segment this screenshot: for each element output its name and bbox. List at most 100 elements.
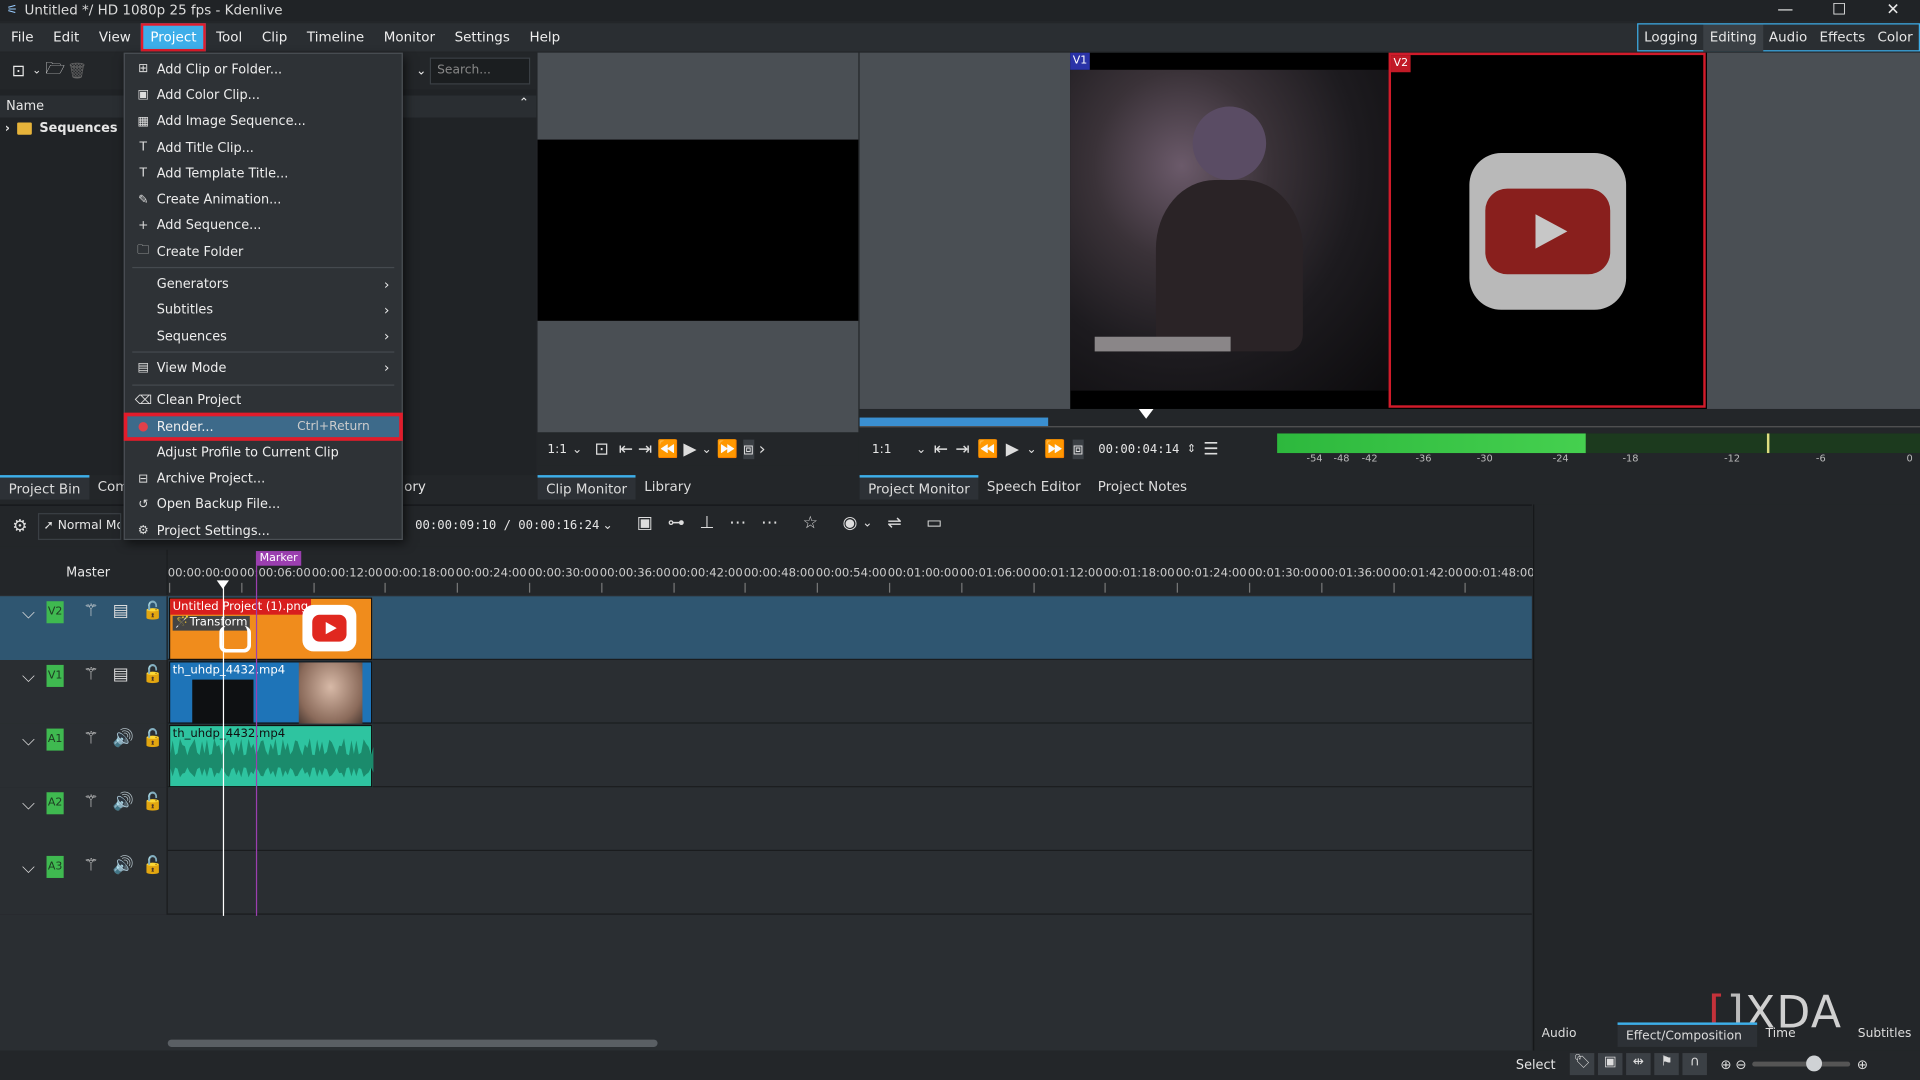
menu-file[interactable]: File (1, 23, 43, 51)
tab-project-monitor[interactable]: Project Monitor (859, 475, 979, 500)
timecode-spinner-icon[interactable]: ⇕ (1187, 443, 1196, 455)
track-a3[interactable]: ⌵ A3 ⚚ 🔊 🔓 (0, 851, 1532, 915)
menu-edit[interactable]: Edit (43, 23, 89, 51)
project-menu-sequences[interactable]: Sequences › (125, 323, 402, 349)
set-in-icon[interactable]: ⇤ (619, 440, 633, 460)
track-badge-v2[interactable]: V2 (46, 601, 64, 624)
menu-view[interactable]: View (89, 23, 141, 51)
tab-project-bin[interactable]: Project Bin (0, 475, 90, 500)
rewind-icon[interactable]: ⏪ (977, 440, 998, 460)
effect-wand-icon[interactable]: ⚚ (83, 601, 98, 621)
favorite-icon[interactable]: ☆ (803, 513, 818, 533)
lock-icon[interactable]: 🔓 (142, 665, 163, 685)
project-menu-create-animation[interactable]: ✎ Create Animation... (125, 187, 402, 213)
menu-tool[interactable]: Tool (206, 23, 252, 51)
edit-mode-select[interactable]: ➚ Normal Mo (37, 512, 121, 540)
project-zoom-select[interactable]: 1:1 (872, 443, 892, 456)
split-audio-icon[interactable]: ⇹ (1626, 1053, 1651, 1076)
chevron-down-icon[interactable]: ⌵ (22, 604, 35, 624)
workspace-editing[interactable]: Editing (1703, 23, 1763, 51)
menu-help[interactable]: Help (520, 23, 570, 51)
project-menu-open-backup-file[interactable]: ↺ Open Backup File... (125, 492, 402, 518)
chevron-right-icon[interactable]: › (5, 122, 10, 135)
tag-icon[interactable]: 🏷 (1569, 1053, 1595, 1076)
playhead-handle-icon[interactable] (216, 580, 229, 589)
project-menu-add-title-clip[interactable]: T Add Title Clip... (125, 135, 402, 161)
project-menu-generators[interactable]: Generators › (125, 271, 402, 297)
tab-speech-editor[interactable]: Speech Editor (978, 475, 1089, 499)
timeline-playhead[interactable] (222, 580, 225, 916)
lock-icon[interactable]: 🔓 (142, 792, 163, 812)
tab-project-notes[interactable]: Project Notes (1089, 475, 1195, 499)
maximize-icon[interactable]: ☐ (1812, 0, 1866, 21)
subtitle-icon[interactable]: ▭ (926, 513, 942, 533)
chevron-down-icon[interactable]: ⌄ (862, 516, 872, 529)
effect-wand-icon[interactable]: ⚚ (83, 665, 98, 685)
project-menu-clean-project[interactable]: ⌫ Clean Project (125, 388, 402, 414)
project-menu-add-sequence[interactable]: + Add Sequence... (125, 213, 402, 239)
a1-audio-clip[interactable]: th_uhdp_4432.mp4 (168, 724, 374, 788)
lock-icon[interactable]: 🔓 (142, 601, 163, 621)
chevron-down-icon[interactable]: ⌵ (22, 858, 35, 878)
search-input[interactable]: Search... (429, 57, 531, 85)
chevron-down-icon[interactable]: ⌄ (602, 519, 612, 532)
rewind-icon[interactable]: ⏪ (657, 440, 678, 460)
delete-icon[interactable]: 🗑 (66, 60, 88, 82)
chevron-right-icon[interactable]: › (759, 440, 766, 460)
tab-library[interactable]: Library (636, 475, 700, 499)
project-menu-archive-project[interactable]: ⊟ Archive Project... (125, 466, 402, 492)
chevron-down-icon[interactable]: ⌄ (29, 60, 44, 82)
lock-icon[interactable]: 🔓 (142, 729, 163, 749)
zoom-in-icon[interactable]: ⊕ (1857, 1056, 1868, 1072)
effect-wand-icon[interactable]: ⚚ (83, 856, 98, 876)
track-badge-a1[interactable]: A1 (46, 728, 64, 751)
tab-time-rema-[interactable]: Time Rema... (1757, 1022, 1849, 1065)
lock-icon[interactable]: 🔓 (142, 856, 163, 876)
v1-video-clip[interactable]: th_uhdp_4432.mp4 (168, 661, 373, 724)
clip-zoom-select[interactable]: 1:1 (547, 443, 567, 456)
menu-monitor[interactable]: Monitor (374, 23, 445, 51)
project-menu-project-settings[interactable]: ⚙ Project Settings... (125, 518, 402, 544)
speaker-icon[interactable]: 🔊 (113, 856, 134, 876)
set-out-icon[interactable]: ⇥ (955, 440, 969, 460)
set-in-icon[interactable]: ⇤ (934, 440, 948, 460)
project-menu-create-folder[interactable]: 🗀 Create Folder (125, 239, 402, 265)
lift-icon[interactable]: ⊥ (699, 513, 714, 533)
track-badge-a3[interactable]: A3 (46, 855, 64, 878)
track-a2[interactable]: ⌵ A2 ⚚ 🔊 🔓 (0, 787, 1532, 852)
playhead-icon[interactable] (1138, 408, 1154, 419)
project-menu-add-color-clip[interactable]: ▣ Add Color Clip... (125, 82, 402, 108)
thumbnail-icon[interactable]: ▣ (1597, 1053, 1623, 1076)
chevron-up-icon[interactable]: ⌃ (519, 97, 529, 110)
minimize-icon[interactable]: — (1758, 0, 1812, 21)
effect-wand-icon[interactable]: ⚚ (83, 792, 98, 812)
menu-timeline[interactable]: Timeline (297, 23, 374, 51)
crop-icon[interactable]: ⧈ (742, 439, 754, 460)
timeline-position[interactable]: 00:00:09:10 / 00:00:16:24 (415, 519, 599, 532)
timeline-marker[interactable]: Marker (255, 551, 302, 566)
film-icon[interactable]: ▤ (113, 665, 129, 685)
zoom-fit-icon[interactable]: ⊕ (1720, 1056, 1731, 1072)
chevron-down-icon[interactable]: ⌵ (22, 731, 35, 751)
chevron-down-icon[interactable]: ⌄ (572, 443, 582, 456)
record-icon[interactable]: ◉ (842, 513, 857, 533)
film-icon[interactable]: ▤ (113, 601, 129, 621)
speaker-icon[interactable]: 🔊 (113, 792, 134, 812)
menu-clip[interactable]: Clip (252, 23, 297, 51)
chevron-down-icon[interactable]: ⌵ (22, 667, 35, 687)
tab-history[interactable]: ory (404, 479, 426, 495)
v2-image-clip[interactable]: Untitled Project (1).png 🪄Transform (168, 597, 373, 661)
project-menu-view-mode[interactable]: ▤ View Mode › (125, 355, 402, 381)
menu-project[interactable]: Project (140, 23, 207, 52)
workspace-audio[interactable]: Audio (1763, 24, 1814, 51)
workspace-effects[interactable]: Effects (1813, 24, 1871, 51)
project-menu-adjust-profile-to-current-clip[interactable]: Adjust Profile to Current Clip (125, 440, 402, 466)
overwrite-icon[interactable]: ▣ (637, 513, 653, 533)
tab-effect-composition-[interactable]: Effect/Composition ... (1617, 1022, 1758, 1068)
project-menu-subtitles[interactable]: Subtitles › (125, 297, 402, 323)
close-icon[interactable]: ✕ (1866, 0, 1920, 21)
project-menu-add-image-sequence[interactable]: ▦ Add Image Sequence... (125, 108, 402, 134)
play-icon[interactable]: ▶ (1006, 440, 1019, 460)
set-out-icon[interactable]: ⇥ (638, 440, 652, 460)
track-badge-v1[interactable]: V1 (46, 664, 64, 687)
